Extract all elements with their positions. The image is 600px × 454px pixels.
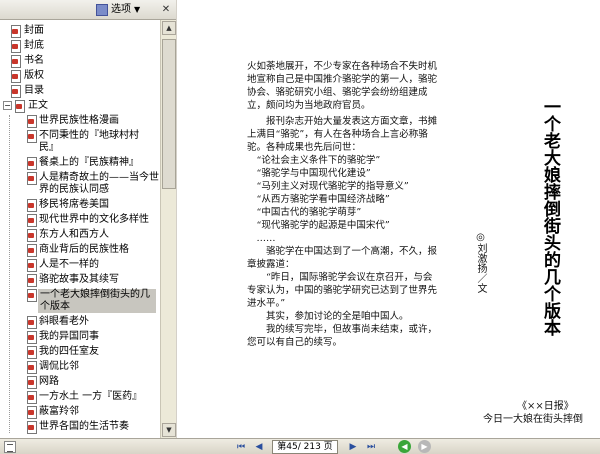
paragraph: “骆驼学与中国现代化建设”: [256, 168, 371, 179]
pdf-page-icon: [26, 115, 37, 128]
bookmark-label: 我的四任室友: [39, 346, 99, 357]
pdf-page-icon: [26, 406, 37, 419]
bookmark-label: 我的异国同事: [39, 331, 99, 342]
bookmark-label: 一个老大娘摔倒街头的几个版本: [38, 289, 156, 313]
bookmark-label: 餐桌上的『民族精神』: [39, 157, 139, 168]
bookmark-label: 斜眼看老外: [39, 316, 89, 327]
tree-line: [9, 115, 10, 433]
first-page-button[interactable]: ⏮: [234, 440, 248, 454]
paragraph: 骆驼学在中国达到了一个高潮，不久，报章披露道：: [247, 246, 438, 270]
source-note: 《××日报》: [517, 401, 574, 412]
pdf-page-icon: [14, 100, 25, 113]
pdf-page-icon: [26, 244, 37, 257]
pdf-page-icon: [26, 289, 37, 302]
last-page-button[interactable]: ⏭: [364, 440, 378, 454]
options-label: 选项: [111, 4, 131, 15]
bookmarks-scrollbar[interactable]: ▲ ▼: [160, 20, 176, 438]
bookmark-label: 封底: [24, 40, 44, 51]
pdf-page-icon: [26, 391, 37, 404]
bookmark-label: 书名: [24, 55, 44, 66]
scrollbar-thumb[interactable]: [162, 39, 176, 189]
pdf-page-icon: [10, 40, 21, 53]
collapse-toggle[interactable]: −: [3, 101, 12, 110]
paragraph: 其实，参加讨论的全是咱中国人。: [266, 311, 409, 322]
bookmark-tree: 封面 封底 书名 版权 目录 − 正文 世界民族性格漫画 不同秉性的『地球村村民…: [0, 21, 160, 438]
pdf-page-icon: [26, 172, 37, 185]
options-menu-button[interactable]: 选项 ▼: [96, 2, 140, 18]
scroll-down-arrow-icon[interactable]: ▼: [162, 423, 176, 437]
pdf-page-icon: [10, 70, 21, 83]
pdf-page-icon: [26, 421, 37, 434]
toggle-panel-button[interactable]: [4, 441, 16, 453]
paragraph: “现代骆驼学的起源是中国宋代”: [256, 220, 390, 231]
bookmarks-toolbar: 选项 ▼ ✕: [0, 0, 176, 20]
prev-page-button[interactable]: ◀: [252, 440, 266, 454]
article-title: 一个老大娘摔倒街头的几个版本: [540, 98, 560, 336]
bookmark-label: 世界各国的生活节奏: [39, 421, 129, 432]
pdf-page-icon: [26, 259, 37, 272]
pdf-page-icon: [26, 229, 37, 242]
navigation-bar: ⏮ ◀ 第45/ 213 页 ▶ ⏭ ◀ ▶: [0, 438, 600, 454]
close-panel-button[interactable]: ✕: [160, 3, 172, 16]
article-byline: ◎刘激扬／文: [475, 232, 486, 293]
pdf-page-icon: [26, 274, 37, 287]
pdf-page-icon: [26, 346, 37, 359]
paragraph: “昨日，国际骆驼学会议在京召开，与会专家认为，中国的骆驼学研究已达到了世界先进水…: [247, 272, 438, 309]
bookmark-label: 调侃比邻: [39, 361, 79, 372]
bookmark-label: 骆驼故事及其续写: [39, 274, 119, 285]
pdf-reader-window: 选项 ▼ ✕ 封面 封底 书名 版权 目录 − 正文 世界民族性格漫画 不同秉性…: [0, 0, 600, 454]
pdf-page-icon: [26, 376, 37, 389]
bookmark-label: 版权: [24, 70, 44, 81]
bookmark-label: 不同秉性的『地球村村民』: [39, 130, 139, 153]
paragraph: 火如荼地展开，不少专家在各种场合不失时机地宣称自己是中国推介骆驼学的第一人，骆驼…: [247, 61, 438, 111]
bookmark-label: 商业背后的民族性格: [39, 244, 129, 255]
pdf-page-icon: [10, 55, 21, 68]
bookmark-label: 封面: [24, 25, 44, 36]
bookmark-label: 一方水土 一方『医药』: [39, 391, 143, 402]
paragraph: “马列主义对现代骆驼学的指导意义”: [256, 181, 409, 192]
bookmark-label: 目录: [24, 85, 44, 96]
paragraph: ……: [256, 233, 276, 244]
options-icon: [96, 4, 108, 16]
paragraph: 报刊杂志开始大量发表这方面文章，书摊上满目“骆驼”，有人在各种场合上言必称骆驼。…: [247, 116, 438, 153]
pdf-page-icon: [26, 130, 37, 143]
bookmark-label: 正文: [28, 100, 48, 111]
pdf-page-icon: [26, 157, 37, 170]
paragraph: “中国古代的骆驼学萌芽”: [256, 207, 362, 218]
page-number-field[interactable]: 第45/ 213 页: [272, 440, 338, 454]
bookmark-label: 世界民族性格漫画: [39, 115, 119, 126]
go-forward-button[interactable]: ▶: [418, 440, 431, 453]
bookmark-label: 蔽富羚邻: [39, 406, 79, 417]
pdf-page-icon: [10, 85, 21, 98]
paragraph: 我的续写完毕，但故事尚未结束，或许，您可以有自己的续写。: [247, 324, 438, 348]
pdf-page-icon: [10, 25, 21, 38]
bookmark-label: 移民将席卷美国: [39, 199, 109, 210]
bookmarks-panel: 选项 ▼ ✕ 封面 封底 书名 版权 目录 − 正文 世界民族性格漫画 不同秉性…: [0, 0, 176, 438]
document-page: 火如荼地展开，不少专家在各种场合不失时机地宣称自己是中国推介骆驼学的第一人，骆驼…: [177, 0, 600, 438]
bookmark-label: 东方人和西方人: [39, 229, 109, 240]
scroll-up-arrow-icon[interactable]: ▲: [162, 21, 176, 35]
pdf-page-icon: [26, 331, 37, 344]
chevron-down-icon: ▼: [134, 5, 141, 14]
body-text: 火如荼地展开，不少专家在各种场合不失时机地宣称自己是中国推介骆驼学的第一人，骆驼…: [247, 60, 437, 349]
pdf-page-icon: [26, 199, 37, 212]
next-page-button[interactable]: ▶: [346, 440, 360, 454]
bookmark-label: 现代世界中的文化多样性: [39, 214, 149, 225]
bookmark-label: 网路: [39, 376, 59, 387]
pdf-page-icon: [26, 316, 37, 329]
paragraph: “从西方骆驼学看中国经济战略”: [256, 194, 390, 205]
go-back-button[interactable]: ◀: [398, 440, 411, 453]
headline-note: 今日一大娘在街头摔倒: [483, 414, 583, 425]
pdf-page-icon: [26, 361, 37, 374]
bookmark-label: 人是精奇故土的——当今世界的民族认同感: [39, 172, 159, 195]
bookmark-label: 人是不一样的: [39, 259, 99, 270]
pdf-page-icon: [26, 214, 37, 227]
paragraph: “论社会主义条件下的骆驼学”: [256, 155, 381, 166]
